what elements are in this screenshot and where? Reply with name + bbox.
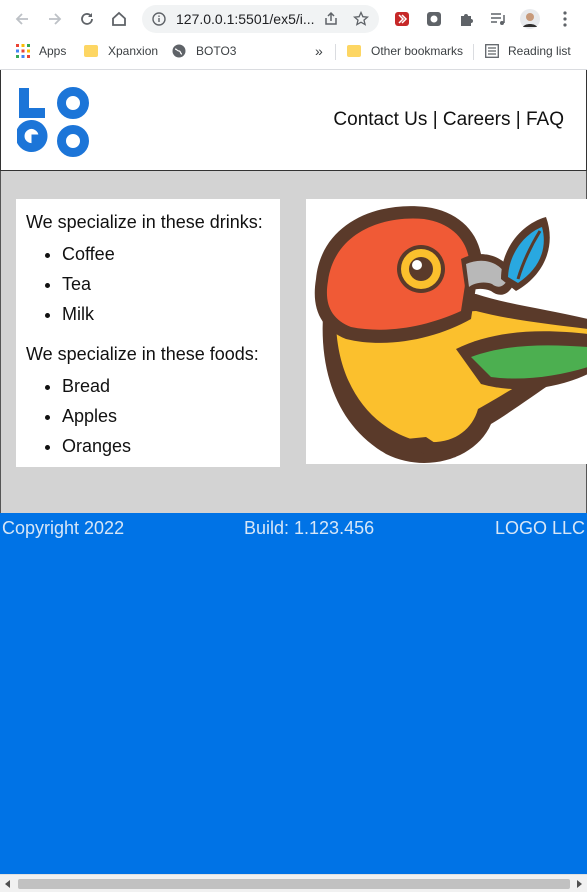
bookmark-other[interactable]: Other bookmarks: [347, 42, 463, 60]
bookmarks-divider: [473, 44, 474, 60]
list-item: Bread: [62, 371, 270, 401]
footer-company: LOGO LLC: [494, 518, 585, 538]
footer-copyright: Copyright 2022: [2, 518, 125, 538]
bookmark-label: Other bookmarks: [371, 44, 464, 58]
forward-arrow-icon[interactable]: [43, 7, 67, 31]
drinks-heading: We specialize in these drinks:: [26, 212, 263, 232]
nav-contact-us[interactable]: Contact Us: [333, 109, 427, 130]
site-nav: Contact Us | Careers | FAQ: [333, 109, 564, 131]
globe-icon: [172, 44, 186, 58]
bookmark-star-icon[interactable]: [352, 10, 370, 28]
site-info-icon[interactable]: [150, 10, 168, 28]
site-footer: Copyright 2022 Build: 1.123.456 LOGO LLC: [0, 513, 587, 874]
bookmarks-bar: Apps Xpanxion BOTO3 » Other bookmarks Re…: [0, 38, 587, 64]
home-icon[interactable]: [107, 7, 131, 31]
bird-image: [306, 199, 587, 464]
bookmark-label: BOTO3: [196, 44, 237, 58]
bookmark-label: Xpanxion: [108, 44, 159, 58]
main-content: We specialize in these drinks: Coffee Te…: [0, 171, 587, 513]
url-text[interactable]: 127.0.0.1:5501/ex5/i...: [176, 11, 316, 27]
specialties-card: We specialize in these drinks: Coffee Te…: [16, 199, 280, 467]
bookmark-apps[interactable]: Apps: [16, 42, 66, 60]
puzzle-icon[interactable]: [454, 7, 478, 31]
browser-menu-icon[interactable]: [553, 7, 577, 31]
address-bar[interactable]: 127.0.0.1:5501/ex5/i...: [142, 5, 379, 33]
nav-faq[interactable]: FAQ: [526, 109, 564, 130]
foods-list: Bread Apples Oranges: [26, 371, 270, 461]
bookmark-label: Apps: [39, 44, 67, 58]
site-logo[interactable]: LO GO: [15, 86, 91, 158]
apps-grid-icon: [16, 44, 30, 58]
nav-separator: |: [515, 109, 521, 130]
bookmarks-overflow-button[interactable]: »: [315, 42, 323, 60]
bookmark-xpanxion[interactable]: Xpanxion: [84, 42, 158, 60]
scrollbar-thumb[interactable]: [18, 879, 570, 889]
list-item: Oranges: [62, 431, 270, 461]
back-arrow-icon[interactable]: [10, 7, 34, 31]
list-item: Coffee: [62, 239, 270, 269]
list-item: Milk: [62, 299, 270, 329]
reload-icon[interactable]: [75, 7, 99, 31]
footer-build: Build: 1.123.456: [244, 518, 375, 538]
browser-chrome: 127.0.0.1:5501/ex5/i... Apps Xpanxion BO…: [0, 0, 587, 70]
share-icon[interactable]: [322, 10, 340, 28]
scroll-right-arrow-icon[interactable]: [574, 879, 584, 889]
profile-avatar-icon[interactable]: [518, 7, 542, 31]
horizontal-scrollbar[interactable]: [0, 874, 587, 892]
drinks-list: Coffee Tea Milk: [26, 239, 270, 329]
nav-separator: |: [432, 109, 438, 130]
extension-grey-icon[interactable]: [422, 7, 446, 31]
foods-heading: We specialize in these foods:: [26, 344, 259, 364]
list-item: Tea: [62, 269, 270, 299]
reading-list-icon: [485, 44, 499, 58]
nav-careers[interactable]: Careers: [443, 109, 511, 130]
site-header: LO GO Contact Us | Careers | FAQ: [0, 70, 587, 171]
extension-red-icon[interactable]: [390, 7, 414, 31]
bookmark-label: Reading list: [508, 44, 571, 58]
list-item: Apples: [62, 401, 270, 431]
media-queue-icon[interactable]: [486, 7, 510, 31]
bookmark-boto3[interactable]: BOTO3: [172, 42, 236, 60]
folder-icon: [84, 45, 98, 57]
scroll-left-arrow-icon[interactable]: [3, 879, 13, 889]
bird-illustration: [314, 206, 587, 463]
bookmark-reading-list[interactable]: Reading list: [485, 42, 571, 60]
browser-toolbar: 127.0.0.1:5501/ex5/i...: [0, 0, 587, 38]
web-page: LO GO Contact Us | Careers | FAQ We spec…: [0, 70, 587, 874]
bookmarks-divider: [335, 44, 336, 60]
folder-icon: [347, 45, 361, 57]
